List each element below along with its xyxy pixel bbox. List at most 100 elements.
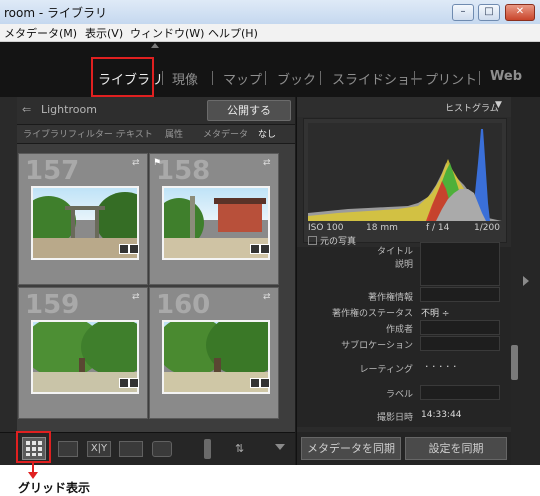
module-separator — [414, 71, 415, 85]
rating-label: レーティング — [359, 365, 413, 375]
module-slideshow[interactable]: スライドショー — [332, 69, 423, 88]
maximize-button[interactable]: □ — [478, 4, 500, 21]
grid-header: ⇐ Lightroom 公開する — [17, 97, 295, 125]
painter-icon[interactable] — [204, 439, 211, 459]
loupe-view-icon[interactable] — [58, 441, 78, 457]
module-print[interactable]: プリント — [425, 69, 477, 88]
grid-button-highlight-box — [16, 431, 51, 463]
rotate-icon[interactable]: ⇄ — [263, 158, 271, 168]
flag-icon[interactable]: ⚑ — [153, 158, 161, 168]
left-panel-edge — [0, 97, 18, 465]
title-label: タイトル — [376, 247, 413, 257]
sync-settings-button[interactable]: 設定を同期 — [405, 437, 507, 460]
sort-direction-icon[interactable]: ⇅ — [235, 442, 244, 455]
cell-number: 160 — [156, 290, 211, 320]
publish-button[interactable]: 公開する — [207, 100, 291, 121]
module-book[interactable]: ブック — [277, 69, 316, 88]
module-picker: ライブラリ 現像 マップ ブック スライドショー プリント Web — [0, 42, 540, 97]
copyright-status-label: 著作権のステータス — [331, 309, 413, 319]
menu-window[interactable]: ウィンドウ(W) — [130, 25, 204, 41]
grid-cell[interactable]: 159 ⇄ — [18, 287, 148, 419]
edited-badge-icon — [260, 244, 270, 254]
original-photo-label: 元の写真 — [320, 237, 357, 247]
module-map[interactable]: マップ — [223, 69, 262, 88]
sublocation-label: サブロケーション — [341, 341, 413, 351]
right-panel: ヒストグラム ▼ ISO 100 18 mm f / 14 1/200 元の写真… — [296, 97, 511, 465]
library-highlight-box — [91, 57, 154, 97]
histogram: ISO 100 18 mm f / 14 1/200 元の写真 — [303, 118, 507, 247]
capture-time-value: 14:33:44 — [421, 410, 462, 420]
edited-badge-icon — [129, 378, 139, 388]
metadata-badge-icon — [250, 244, 260, 254]
metadata-panel: タイトル 説明 著作権情報 著作権のステータス 不明 ÷ 作成者 サブロケーショ… — [297, 242, 511, 427]
filter-label: ライブラリフィルター : — [23, 130, 119, 140]
people-view-icon[interactable] — [152, 441, 172, 457]
metadata-scrollbar[interactable] — [511, 345, 518, 380]
cell-number: 157 — [25, 156, 80, 186]
rotate-icon[interactable]: ⇄ — [263, 292, 271, 302]
label-label: ラベル — [385, 390, 413, 400]
callout-arrow-icon — [28, 472, 38, 479]
callout-label: グリッド表示 — [18, 481, 91, 495]
histogram-title: ヒストグラム — [445, 104, 499, 114]
rotate-icon[interactable]: ⇄ — [132, 158, 140, 168]
grid-cell[interactable]: 158 ⚑ ⇄ — [149, 153, 279, 285]
sync-metadata-button[interactable]: メタデータを同期 — [301, 437, 401, 460]
title-field[interactable] — [420, 242, 500, 286]
cell-number: 158 — [156, 156, 211, 186]
grid-cell[interactable]: 157 ⇄ — [18, 153, 148, 285]
window-title: room - ライブラリ — [4, 6, 108, 20]
right-panel-toggle-icon[interactable] — [523, 276, 529, 286]
metadata-badge-icon — [119, 244, 129, 254]
filter-attribute[interactable]: 属性 — [165, 127, 183, 140]
close-button[interactable]: ✕ — [505, 4, 535, 21]
exif-aperture: f / 14 — [426, 223, 450, 233]
sublocation-field[interactable] — [420, 336, 500, 351]
module-separator — [265, 71, 266, 85]
filter-none[interactable]: なし — [258, 127, 276, 140]
label-field[interactable] — [420, 385, 500, 400]
filter-metadata[interactable]: メタデータ — [203, 127, 248, 140]
lightroom-window: room - ライブラリ – □ ✕ メタデータ(M) 表示(V) ウィンドウ(… — [0, 0, 540, 465]
exif-shutter: 1/200 — [474, 223, 500, 233]
rotate-icon[interactable]: ⇄ — [132, 292, 140, 302]
menu-bar: メタデータ(M) 表示(V) ウィンドウ(W) ヘルプ(H) — [0, 24, 540, 42]
survey-view-icon[interactable] — [119, 441, 143, 457]
module-web[interactable]: Web — [490, 69, 522, 84]
compare-view-icon[interactable]: X|Y — [87, 441, 111, 457]
exif-iso: ISO 100 — [308, 223, 344, 233]
copyright-label: 著作権情報 — [367, 293, 413, 303]
module-separator — [162, 71, 163, 85]
library-filter-bar: ライブラリフィルター : テキスト 属性 メタデータ なし — [17, 125, 295, 144]
edited-badge-icon — [260, 378, 270, 388]
exif-focal-length: 18 mm — [366, 223, 398, 233]
original-photo-checkbox[interactable] — [308, 236, 317, 245]
back-arrow-icon[interactable]: ⇐ — [22, 103, 31, 116]
minimize-button[interactable]: – — [452, 4, 474, 21]
caption-label: 説明 — [394, 260, 413, 270]
collapse-triangle-icon[interactable] — [151, 43, 159, 48]
catalog-name: Lightroom — [41, 103, 97, 116]
filter-text[interactable]: テキスト — [117, 127, 153, 140]
module-separator — [479, 71, 480, 85]
menu-help[interactable]: ヘルプ(H) — [208, 25, 258, 41]
creator-field[interactable] — [420, 320, 500, 335]
module-separator — [212, 71, 213, 85]
histogram-header[interactable]: ヒストグラム ▼ — [297, 97, 511, 117]
metadata-badge-icon — [250, 378, 260, 388]
collapse-icon[interactable]: ▼ — [495, 100, 502, 110]
rating-dots[interactable]: · · · · · — [425, 360, 456, 373]
histogram-graph — [308, 123, 502, 221]
menu-metadata[interactable]: メタデータ(M) — [4, 25, 77, 41]
toolbar-menu-icon[interactable] — [275, 444, 285, 450]
creator-label: 作成者 — [385, 325, 413, 335]
menu-view[interactable]: 表示(V) — [85, 25, 123, 41]
module-separator — [320, 71, 321, 85]
cell-number: 159 — [25, 290, 80, 320]
grid-cell[interactable]: 160 ⇄ — [149, 287, 279, 419]
copyright-field[interactable] — [420, 287, 500, 302]
edited-badge-icon — [129, 244, 139, 254]
copyright-status-select[interactable]: 不明 ÷ — [421, 306, 449, 319]
module-develop[interactable]: 現像 — [172, 69, 198, 88]
capture-time-label: 撮影日時 — [376, 413, 413, 423]
